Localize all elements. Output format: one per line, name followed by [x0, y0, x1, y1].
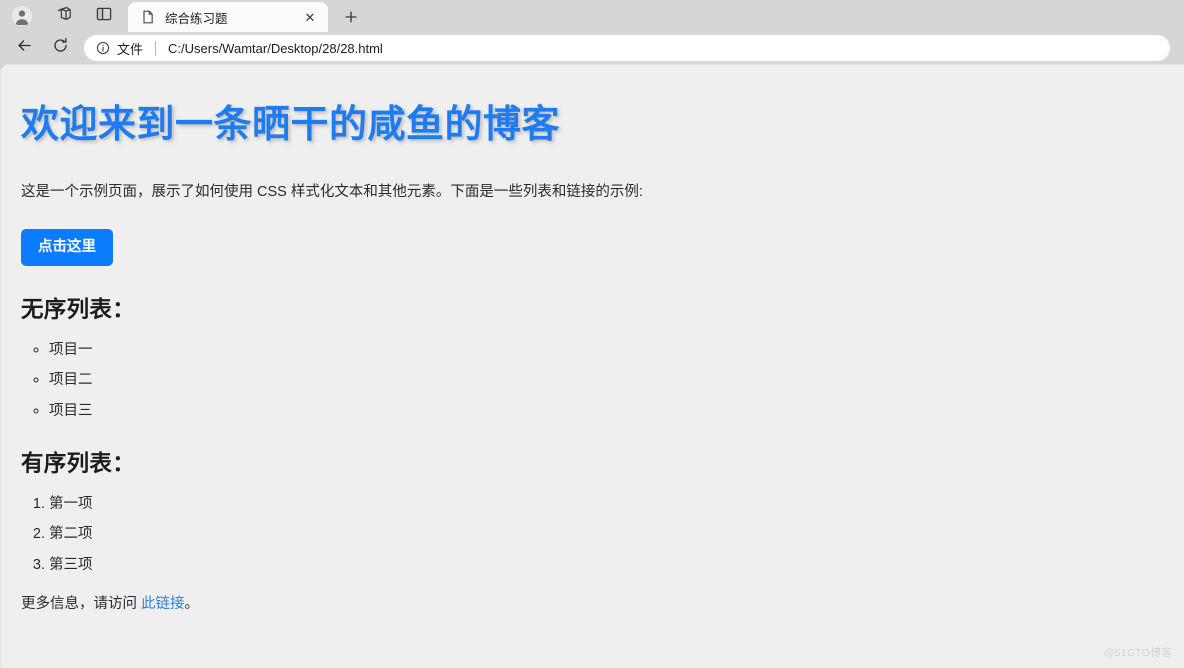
split-screen-button[interactable] [84, 0, 124, 32]
more-info-link[interactable]: 此链接 [141, 596, 185, 612]
tab-title: 综合练习题 [165, 11, 228, 26]
split-screen-icon [95, 5, 113, 28]
address-url-text: C:/Users/Wamtar/Desktop/28/28.html [168, 40, 383, 56]
collections-button[interactable] [44, 0, 84, 32]
address-scheme-label: 文件 [117, 41, 144, 57]
reload-button[interactable] [42, 34, 78, 62]
address-bar[interactable]: 文件 C:/Users/Wamtar/Desktop/28/28.html [84, 35, 1170, 61]
list-item: 项目三 [49, 403, 1164, 420]
click-here-button[interactable]: 点击这里 [21, 229, 113, 266]
page-viewport: 欢迎来到一条晒干的咸鱼的博客 这是一个示例页面，展示了如何使用 CSS 样式化文… [0, 64, 1184, 668]
back-arrow-icon [16, 37, 33, 59]
more-info-prefix: 更多信息，请访问 [21, 596, 142, 613]
list-item: 第一项 [49, 496, 1164, 513]
page-content: 欢迎来到一条晒干的咸鱼的博客 这是一个示例页面，展示了如何使用 CSS 样式化文… [1, 65, 1184, 616]
watermark: @51CTO博客 [1103, 647, 1172, 659]
list-item: 项目一 [49, 342, 1164, 359]
profile-avatar-button[interactable] [0, 0, 44, 32]
unordered-list-heading: 无序列表： [21, 296, 136, 322]
profile-avatar-icon [12, 6, 32, 26]
browser-toolbar: 文件 C:/Users/Wamtar/Desktop/28/28.html [0, 32, 1184, 64]
address-separator [155, 40, 157, 56]
list-item: 第三项 [49, 557, 1164, 574]
unordered-list: 项目一 项目二 项目三 [21, 342, 1164, 420]
new-tab-button[interactable] [336, 2, 366, 32]
back-button[interactable] [6, 34, 42, 62]
browser-window: 综合练习题 ✕ 文件 C:/Users/Wamtar/Desktop/28/28… [0, 0, 1184, 668]
list-item: 第二项 [49, 526, 1164, 543]
page-document-icon [140, 9, 156, 25]
page-title: 欢迎来到一条晒干的咸鱼的博客 [21, 104, 561, 146]
reload-icon [52, 37, 69, 59]
tab-strip: 综合练习题 ✕ [0, 0, 1184, 32]
ordered-list-heading: 有序列表： [21, 451, 136, 477]
intro-paragraph: 这是一个示例页面，展示了如何使用 CSS 样式化文本和其他元素。下面是一些列表和… [21, 183, 643, 200]
info-circle-icon[interactable] [96, 41, 110, 55]
ordered-list: 第一项 第二项 第三项 [21, 496, 1164, 574]
more-info-suffix: 。 [184, 596, 200, 613]
list-item: 项目二 [49, 372, 1164, 389]
browser-tab[interactable]: 综合练习题 ✕ [128, 2, 328, 32]
collections-icon [55, 5, 73, 28]
close-icon[interactable]: ✕ [300, 7, 320, 27]
more-info-paragraph: 更多信息，请访问 此链接。 [21, 594, 1164, 616]
